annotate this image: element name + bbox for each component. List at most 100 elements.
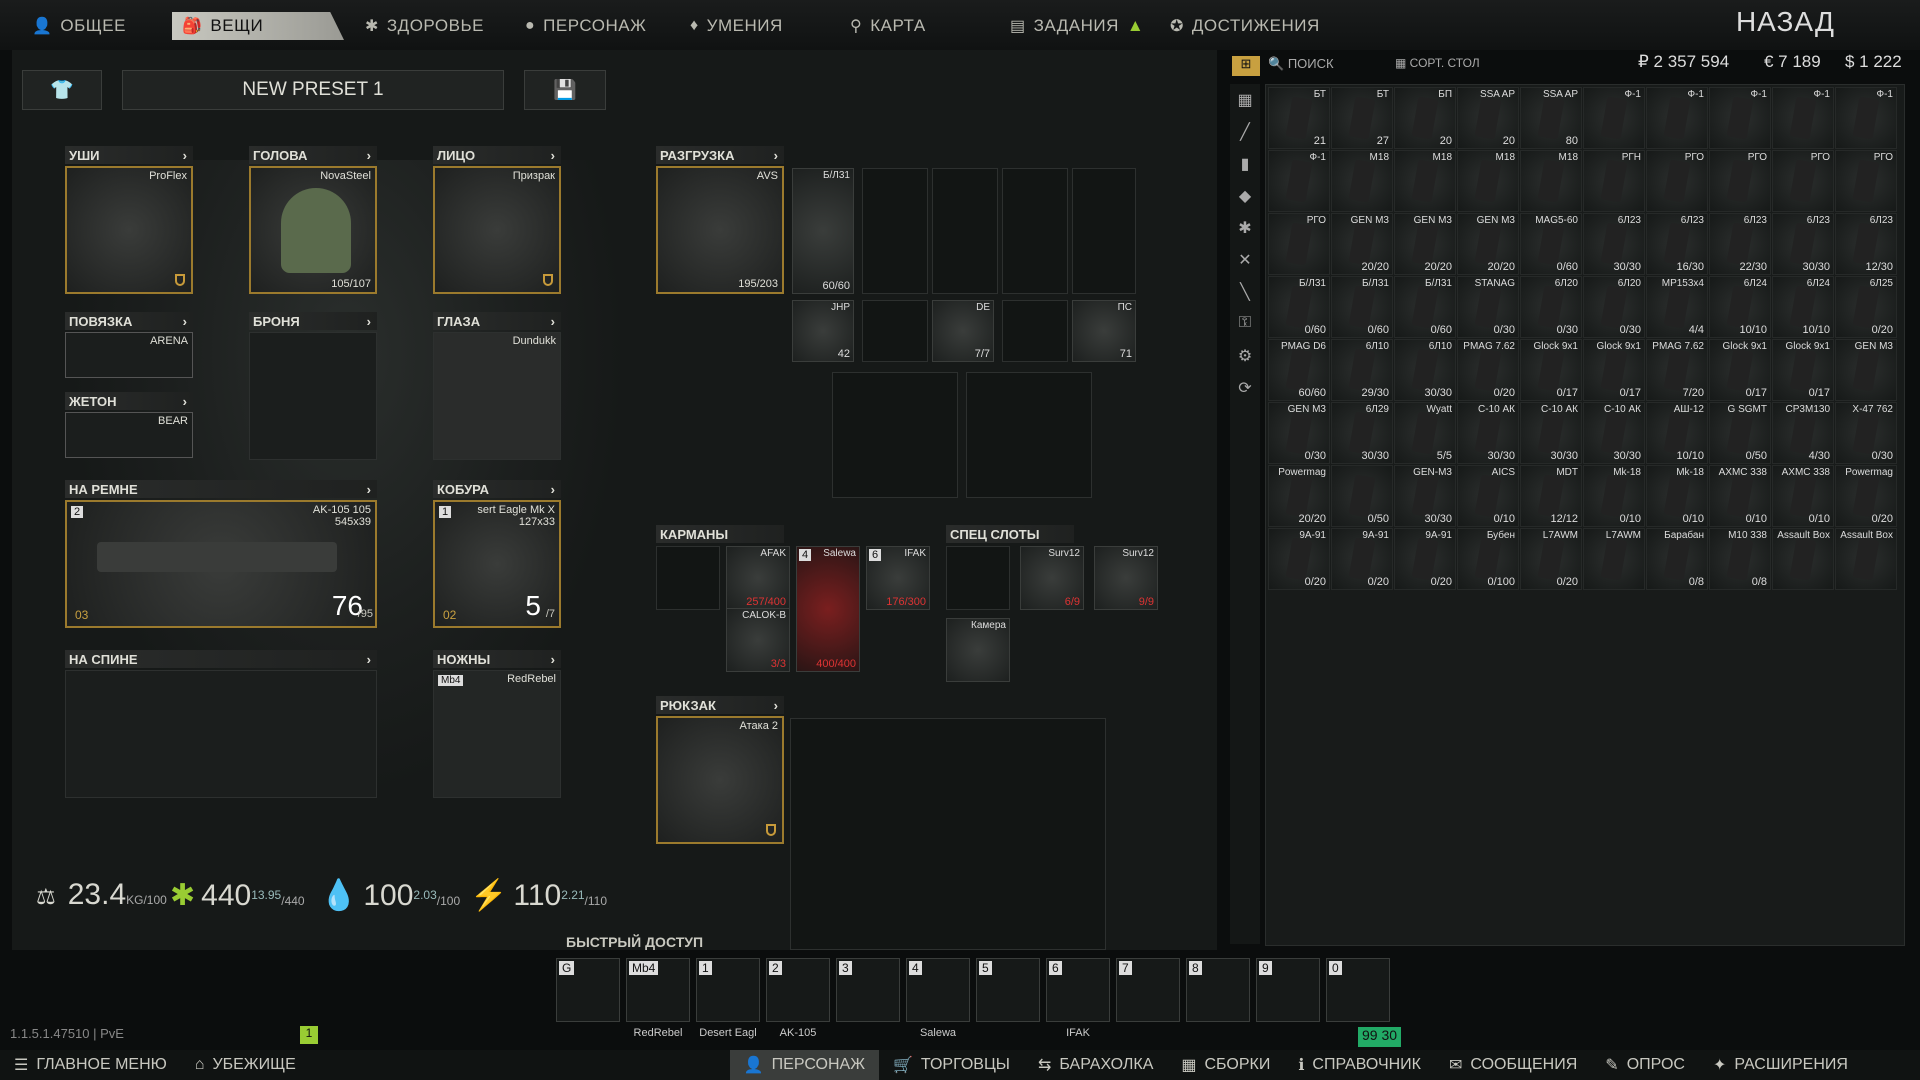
stash-item[interactable]: 6Л23 22/30 — [1709, 213, 1771, 275]
primary-weapon-slot[interactable]: 2 AK-105 105 545x39 03 76 /95 — [65, 500, 377, 628]
stash-item[interactable]: PMAG 7.62 0/20 — [1457, 339, 1519, 401]
back-button[interactable]: НАЗАД — [1736, 6, 1835, 38]
stash-item[interactable]: MP153x4 4/4 — [1646, 276, 1708, 338]
tab-general[interactable]: 👤 ОБЩЕЕ — [22, 12, 157, 40]
holster-slot[interactable]: 1 sert Eagle Mk X 127x33 02 5 /7 — [433, 500, 561, 628]
mods-icon[interactable]: ⚙ — [1233, 346, 1257, 370]
stash-item[interactable]: G SGMT 0/50 — [1709, 402, 1771, 464]
stash-item[interactable]: 9A-91 0/20 — [1268, 528, 1330, 590]
stash-item[interactable]: Барабан 0/8 — [1646, 528, 1708, 590]
quick-access-slot[interactable]: 9 — [1256, 958, 1320, 1022]
rig-cell[interactable] — [1072, 168, 1136, 294]
stash-item[interactable]: Glock 9x1 0/17 — [1709, 339, 1771, 401]
armor-slot[interactable] — [249, 332, 377, 460]
stash-item[interactable]: MAG5-60 0/60 — [1520, 213, 1582, 275]
stash-item[interactable]: M10 338 0/8 — [1709, 528, 1771, 590]
rig-item-pistol-mag[interactable]: DE 7/7 — [932, 300, 994, 362]
stash-item[interactable]: Mk-18 0/10 — [1583, 465, 1645, 527]
bottom-nav-extensions[interactable]: ✦ РАСШИРЕНИЯ — [1699, 1055, 1862, 1075]
rig-cell[interactable] — [966, 372, 1092, 498]
armband-slot[interactable]: ARENA — [65, 332, 193, 378]
bottom-nav-cart[interactable]: 🛒 ТОРГОВЦЫ — [879, 1055, 1024, 1075]
stash-item[interactable]: X-47 762 0/30 — [1835, 402, 1897, 464]
stash-item[interactable]: L7AWM 0/20 — [1520, 528, 1582, 590]
stash-item[interactable]: Powermag 0/20 — [1835, 465, 1897, 527]
stash-item[interactable]: M18 — [1457, 150, 1519, 212]
stash-item[interactable]: РГО — [1772, 150, 1834, 212]
stash-item[interactable]: L7AWM — [1583, 528, 1645, 590]
search-field[interactable]: 🔍 ПОИСК — [1268, 56, 1334, 72]
pocket-item-afak[interactable]: AFAK 257/400 — [726, 546, 790, 610]
tab-gear[interactable]: 🎒 ВЕЩИ — [172, 12, 344, 40]
stash-item[interactable]: GEN M3 — [1835, 339, 1897, 401]
stash-item[interactable]: SSA AP 80 — [1520, 87, 1582, 149]
preset-name-field[interactable]: NEW PRESET 1 — [122, 70, 504, 110]
stash-item[interactable]: PMAG 7.62 7/20 — [1646, 339, 1708, 401]
face-slot[interactable]: Призрак — [433, 166, 561, 294]
dogtag-slot[interactable]: BEAR — [65, 412, 193, 458]
stash-item[interactable]: РГО — [1835, 150, 1897, 212]
stash-item[interactable]: Ф-1 — [1268, 150, 1330, 212]
weapons-icon[interactable]: ╱ — [1233, 122, 1257, 146]
stash-item[interactable]: Assault Box — [1772, 528, 1834, 590]
special-item-camera[interactable]: Камера — [946, 618, 1010, 682]
stash-item[interactable]: 9A-91 0/20 — [1331, 528, 1393, 590]
stash-item[interactable]: Assault Box — [1835, 528, 1897, 590]
stash-item[interactable]: Powermag 20/20 — [1268, 465, 1330, 527]
stash-item[interactable]: 6Л23 30/30 — [1583, 213, 1645, 275]
bottom-nav-menu[interactable]: ☰ ГЛАВНОЕ МЕНЮ — [0, 1055, 181, 1075]
quick-access-slot[interactable]: G — [556, 958, 620, 1022]
stash-item[interactable]: CP3M130 4/30 — [1772, 402, 1834, 464]
stash-item[interactable]: Glock 9x1 0/17 — [1520, 339, 1582, 401]
stash-item[interactable]: AICS 0/10 — [1457, 465, 1519, 527]
rig-slot[interactable]: AVS 195/203 — [656, 166, 784, 294]
stash-item[interactable]: РГО — [1646, 150, 1708, 212]
special-cell[interactable] — [946, 546, 1010, 610]
special-item-surv12[interactable]: Surv12 6/9 — [1020, 546, 1084, 610]
stash-item[interactable]: Ф-1 — [1646, 87, 1708, 149]
pocket-item-salewa[interactable]: 4 Salewa 400/400 — [796, 546, 860, 672]
all-items-icon[interactable]: ▦ — [1233, 90, 1257, 114]
backpack-grid[interactable] — [790, 718, 1106, 950]
stash-item[interactable]: 6Л23 12/30 — [1835, 213, 1897, 275]
rig-cell[interactable] — [862, 168, 928, 294]
bottom-nav-builds[interactable]: ▦ СБОРКИ — [1167, 1055, 1284, 1075]
tab-tasks[interactable]: ▤ ЗАДАНИЯ ▲ — [1000, 12, 1145, 40]
stash-item[interactable]: 6Л10 30/30 — [1394, 339, 1456, 401]
stash-item[interactable]: 6Л24 10/10 — [1709, 276, 1771, 338]
meds-icon[interactable]: ✱ — [1233, 218, 1257, 242]
stash-item[interactable]: Ф-1 — [1709, 87, 1771, 149]
sort-table-button[interactable]: ▦ СОРТ. СТОЛ — [1395, 56, 1480, 70]
stash-item[interactable]: РГО — [1268, 213, 1330, 275]
refresh-icon[interactable]: ⟳ — [1233, 378, 1257, 402]
tab-achievements[interactable]: ✪ ДОСТИЖЕНИЯ — [1160, 12, 1330, 40]
stash-item[interactable]: Б/Л31 0/60 — [1268, 276, 1330, 338]
bottom-nav-handbook[interactable]: ℹ СПРАВОЧНИК — [1284, 1055, 1435, 1075]
stash-item[interactable]: С-10 АК 30/30 — [1583, 402, 1645, 464]
stash-item[interactable]: 6Л10 29/30 — [1331, 339, 1393, 401]
head-slot[interactable]: NovaSteel 105/107 — [249, 166, 377, 294]
quick-access-slot[interactable]: 7 — [1116, 958, 1180, 1022]
quick-access-slot[interactable]: 4 Salewa — [906, 958, 970, 1039]
bottom-nav-messages[interactable]: ✉ СООБЩЕНИЯ — [1435, 1055, 1591, 1075]
quick-access-slot[interactable]: 3 — [836, 958, 900, 1022]
pocket-item-calok[interactable]: CALOK-B 3/3 — [726, 608, 790, 672]
back-weapon-slot[interactable] — [65, 670, 377, 798]
stash-item[interactable]: Ф-1 — [1772, 87, 1834, 149]
pocket-cell[interactable] — [656, 546, 720, 610]
melee-icon[interactable]: ✕ — [1233, 250, 1257, 274]
quick-access-slot[interactable]: 6 IFAK — [1046, 958, 1110, 1039]
stash-item[interactable]: GEN M3 20/20 — [1457, 213, 1519, 275]
pocket-item-ifak[interactable]: 6 IFAK 176/300 — [866, 546, 930, 610]
save-preset-button[interactable]: 💾 — [524, 70, 606, 110]
stash-item[interactable]: 6Л23 16/30 — [1646, 213, 1708, 275]
stash-item[interactable]: GEN-M3 30/30 — [1394, 465, 1456, 527]
stash-item[interactable]: БП 20 — [1394, 87, 1456, 149]
grenades-icon[interactable]: ◆ — [1233, 186, 1257, 210]
stash-item[interactable]: Ф-1 — [1835, 87, 1897, 149]
bottom-nav-survey[interactable]: ✎ ОПРОС — [1591, 1055, 1699, 1075]
rig-cell[interactable] — [1002, 300, 1068, 362]
quick-access-slot[interactable]: 0 — [1326, 958, 1390, 1022]
stash-item[interactable]: SSA AP 20 — [1457, 87, 1519, 149]
stash-item[interactable]: Б/Л31 0/60 — [1331, 276, 1393, 338]
